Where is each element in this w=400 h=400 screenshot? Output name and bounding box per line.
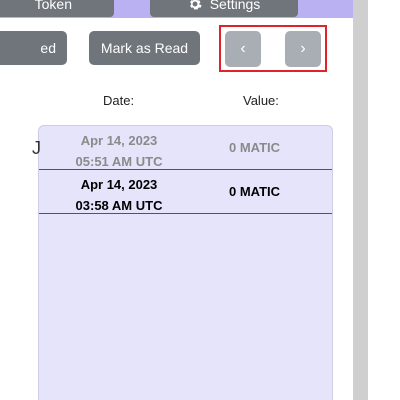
settings-button[interactable]: Settings bbox=[150, 0, 298, 17]
chevron-right-icon: › bbox=[300, 40, 306, 57]
list-item[interactable]: Apr 14, 2023 05:51 AM UTC 0 MATIC bbox=[39, 126, 332, 172]
gear-icon bbox=[189, 0, 202, 9]
right-margin bbox=[368, 0, 400, 400]
mark-as-read-button[interactable]: Mark as Read bbox=[89, 31, 200, 65]
column-header-date: Date: bbox=[103, 93, 135, 108]
list-item-date-time: 03:58 AM UTC bbox=[75, 198, 163, 213]
column-header-value: Value: bbox=[243, 93, 279, 108]
notifications-view: Token Settings ed Mark as Read ‹ › Date:… bbox=[0, 0, 400, 400]
pagination-highlight: ‹ › bbox=[219, 25, 327, 72]
list-item-date-day: Apr 14, 2023 bbox=[80, 177, 158, 192]
mark-as-read-label: Mark as Read bbox=[100, 40, 189, 56]
mark-all-read-label: ed bbox=[40, 40, 56, 56]
list-item-value: 0 MATIC bbox=[229, 140, 281, 155]
token-button[interactable]: Token bbox=[0, 0, 114, 17]
list-item-date: Apr 14, 2023 05:51 AM UTC bbox=[69, 130, 169, 172]
list-item-date-time: 05:51 AM UTC bbox=[75, 154, 163, 169]
token-button-label: Token bbox=[34, 0, 72, 12]
list-item-date: Apr 14, 2023 03:58 AM UTC bbox=[69, 174, 169, 216]
settings-button-label: Settings bbox=[209, 0, 261, 12]
next-page-button[interactable]: › bbox=[285, 31, 321, 67]
list-item-value: 0 MATIC bbox=[229, 184, 281, 199]
chevron-left-icon: ‹ bbox=[240, 40, 246, 57]
previous-page-button[interactable]: ‹ bbox=[225, 31, 261, 67]
mark-all-read-button[interactable]: ed bbox=[0, 31, 67, 65]
row-edge-glyph: J bbox=[32, 138, 41, 158]
list-item-date-day: Apr 14, 2023 bbox=[80, 133, 158, 148]
scrollbar-track[interactable] bbox=[353, 0, 368, 400]
notification-list: Apr 14, 2023 05:51 AM UTC 0 MATIC Apr 14… bbox=[38, 125, 333, 400]
list-item[interactable]: Apr 14, 2023 03:58 AM UTC 0 MATIC bbox=[39, 170, 332, 216]
